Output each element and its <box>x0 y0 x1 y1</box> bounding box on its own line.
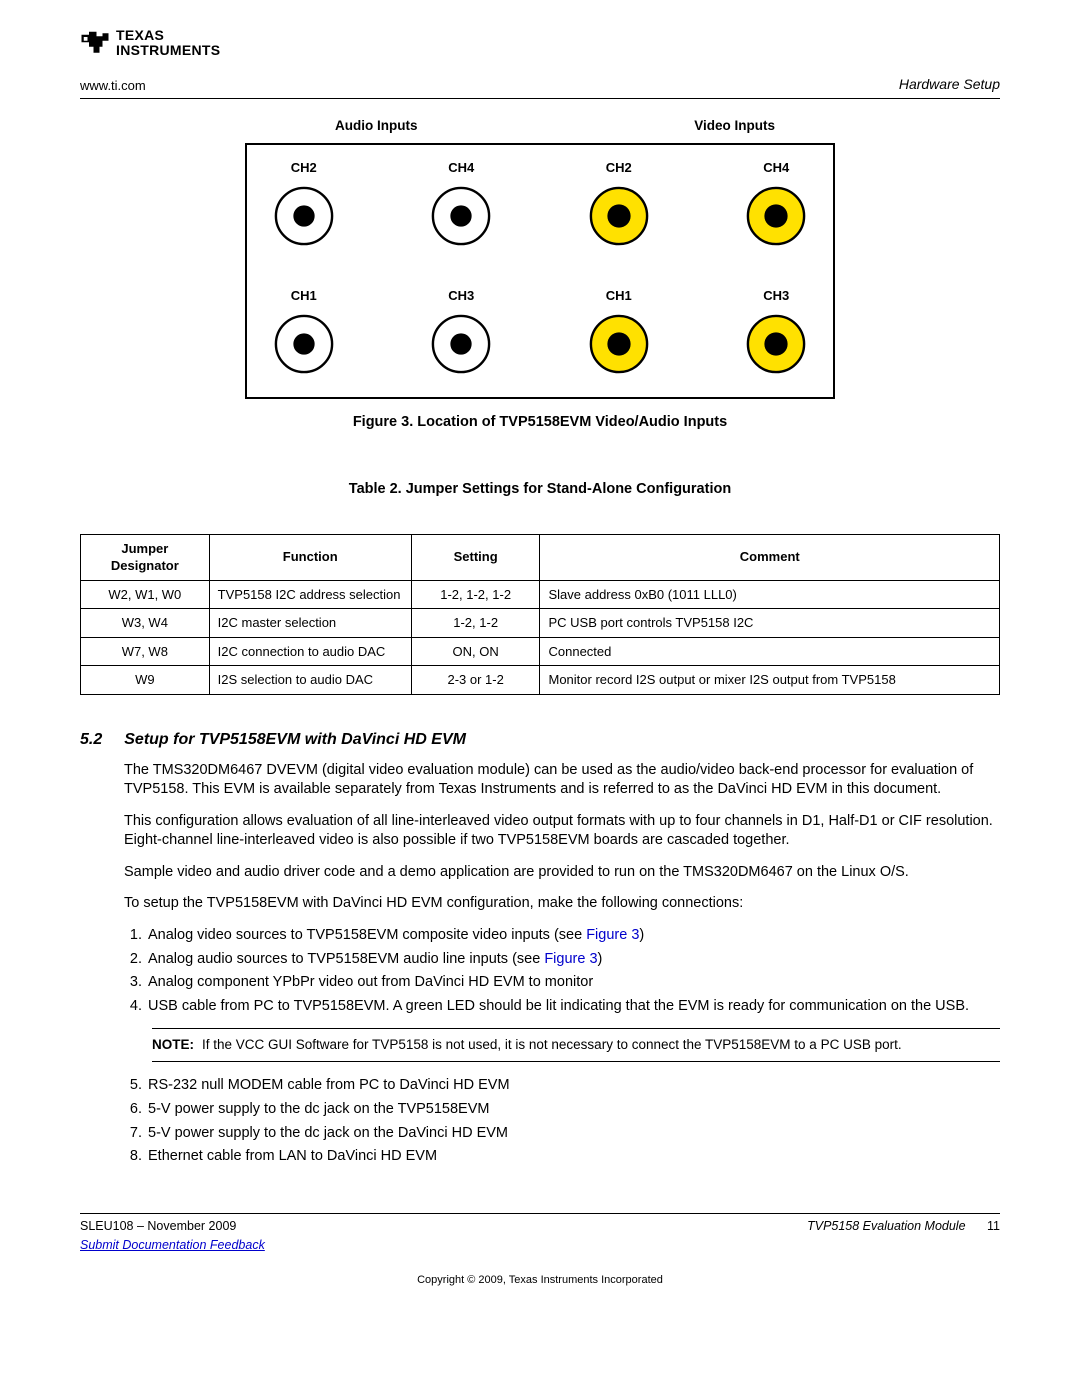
feedback-link[interactable]: Submit Documentation Feedback <box>80 1237 265 1254</box>
section-heading: 5.2 Setup for TVP5158EVM with DaVinci HD… <box>80 729 1000 751</box>
audio-jack-icon <box>273 313 335 375</box>
footer-module: TVP5158 Evaluation Module <box>807 1219 965 1233</box>
section-number: 5.2 <box>80 729 102 751</box>
jumper-table: Jumper Designator Function Setting Comme… <box>80 534 1000 695</box>
audio-jack-icon <box>430 185 492 247</box>
table-row: W3, W4 I2C master selection 1-2, 1-2 PC … <box>81 609 1000 638</box>
th-function: Function <box>209 534 411 580</box>
audio-inputs-header: Audio Inputs <box>335 117 417 135</box>
steps-list-b: RS-232 null MODEM cable from PC to DaVin… <box>124 1076 1000 1166</box>
header-rule <box>80 98 1000 99</box>
th-setting: Setting <box>411 534 540 580</box>
body-para: This configuration allows evaluation of … <box>124 812 1000 851</box>
th-comment: Comment <box>540 534 1000 580</box>
list-item: USB cable from PC to TVP5158EVM. A green… <box>146 997 1000 1017</box>
jack-video-ch2-label: CH2 <box>606 159 632 177</box>
table-row: W7, W8 I2C connection to audio DAC ON, O… <box>81 637 1000 666</box>
ti-chip-icon <box>80 30 110 56</box>
jack-video-ch4-label: CH4 <box>763 159 789 177</box>
steps-list-a: Analog video sources to TVP5158EVM compo… <box>124 926 1000 1016</box>
list-item: Analog audio sources to TVP5158EVM audio… <box>146 950 1000 970</box>
footer-docnum: SLEU108 – November 2009 <box>80 1218 265 1235</box>
list-item: Analog video sources to TVP5158EVM compo… <box>146 926 1000 946</box>
note-text: If the VCC GUI Software for TVP5158 is n… <box>202 1036 902 1054</box>
table-row: W9 I2S selection to audio DAC 2-3 or 1-2… <box>81 666 1000 695</box>
jack-audio-ch4-label: CH4 <box>448 159 474 177</box>
list-item: 5-V power supply to the dc jack on the D… <box>146 1124 1000 1144</box>
page-footer: SLEU108 – November 2009 Submit Documenta… <box>80 1213 1000 1289</box>
jack-video-ch1-label: CH1 <box>606 287 632 305</box>
figure-link[interactable]: Figure 3 <box>586 927 639 943</box>
jack-video-ch3-label: CH3 <box>763 287 789 305</box>
ti-logo: TEXAS INSTRUMENTS <box>80 28 1000 57</box>
footer-rule <box>80 1213 1000 1214</box>
logo-text-line1: TEXAS <box>116 28 220 43</box>
jack-audio-ch2-label: CH2 <box>291 159 317 177</box>
note-box: NOTE: If the VCC GUI Software for TVP515… <box>152 1028 1000 1062</box>
jack-audio-ch3-label: CH3 <box>448 287 474 305</box>
jack-audio-ch1-label: CH1 <box>291 287 317 305</box>
list-item: RS-232 null MODEM cable from PC to DaVin… <box>146 1076 1000 1096</box>
page-number: 11 <box>987 1219 1000 1233</box>
list-item: 5-V power supply to the dc jack on the T… <box>146 1100 1000 1120</box>
audio-jack-icon <box>273 185 335 247</box>
body-para: The TMS320DM6467 DVEVM (digital video ev… <box>124 761 1000 800</box>
body-para: To setup the TVP5158EVM with DaVinci HD … <box>124 894 1000 914</box>
figure-link[interactable]: Figure 3 <box>544 951 597 967</box>
video-jack-icon <box>588 185 650 247</box>
video-inputs-header: Video Inputs <box>694 117 775 135</box>
note-label: NOTE: <box>152 1036 194 1054</box>
header-url[interactable]: www.ti.com <box>80 77 146 95</box>
audio-jack-icon <box>430 313 492 375</box>
logo-text-line2: INSTRUMENTS <box>116 43 220 58</box>
th-designator: Jumper Designator <box>81 534 210 580</box>
video-jack-icon <box>745 185 807 247</box>
table-caption: Table 2. Jumper Settings for Stand-Alone… <box>80 480 1000 500</box>
video-jack-icon <box>588 313 650 375</box>
list-item: Ethernet cable from LAN to DaVinci HD EV… <box>146 1147 1000 1167</box>
table-row: W2, W1, W0 TVP5158 I2C address selection… <box>81 580 1000 609</box>
header-section: Hardware Setup <box>899 75 1000 94</box>
figure-3: Audio Inputs Video Inputs CH2 CH4 CH2 CH… <box>80 117 1000 466</box>
video-jack-icon <box>745 313 807 375</box>
figure-caption: Figure 3. Location of TVP5158EVM Video/A… <box>353 413 727 433</box>
section-title: Setup for TVP5158EVM with DaVinci HD EVM <box>124 729 466 751</box>
body-para: Sample video and audio driver code and a… <box>124 863 1000 883</box>
list-item: Analog component YPbPr video out from Da… <box>146 973 1000 993</box>
copyright: Copyright © 2009, Texas Instruments Inco… <box>80 1273 1000 1288</box>
